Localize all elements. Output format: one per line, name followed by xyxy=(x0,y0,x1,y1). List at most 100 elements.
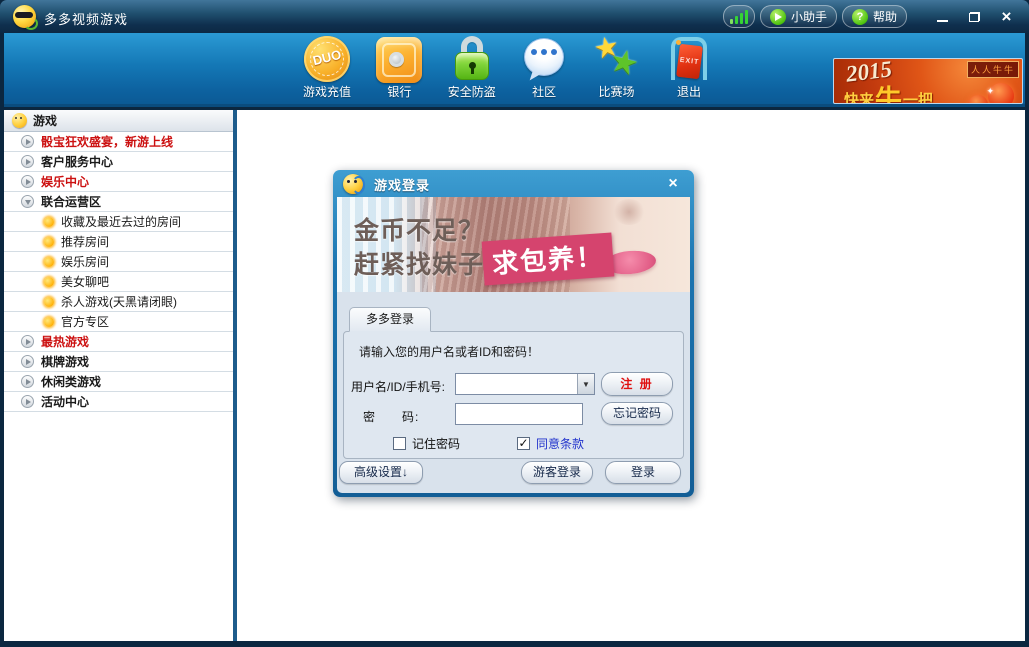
arrow-right-icon xyxy=(21,155,34,168)
forgot-password-button[interactable]: 忘记密码 xyxy=(601,402,673,425)
sidebar-item-label: 棋牌游戏 xyxy=(41,353,89,370)
sidebar-item-recommended-rooms[interactable]: 推荐房间 xyxy=(4,232,233,252)
agree-terms-checkbox[interactable]: ✓ 同意条款 xyxy=(517,435,584,452)
sidebar-item-casual-games[interactable]: 休闲类游戏 xyxy=(4,372,233,392)
arrow-right-icon xyxy=(21,335,34,348)
ad-line1: 金币不足？ xyxy=(354,211,484,247)
sidebar-header: 游戏 xyxy=(4,110,233,132)
ad-line2: 赶紧找妹子 xyxy=(354,245,484,281)
sidebar-item-label: 推荐房间 xyxy=(61,233,109,250)
signal-bars-icon xyxy=(730,10,748,24)
close-button[interactable]: × xyxy=(993,6,1020,27)
sun-icon xyxy=(44,217,54,227)
guest-login-button[interactable]: 游客登录 xyxy=(521,461,593,484)
sidebar-item-dice-festival[interactable]: 骰宝狂欢盛宴，新游上线 xyxy=(4,132,233,152)
minimize-icon xyxy=(937,20,948,22)
sun-icon xyxy=(44,277,54,287)
toolbar-item-label: 银行 xyxy=(387,83,411,100)
arrow-right-icon xyxy=(21,375,34,388)
toolbar-item-exit[interactable]: EXIT 退出 xyxy=(656,36,722,104)
sidebar-item-official-zone[interactable]: 官方专区 xyxy=(4,312,233,332)
checkbox-unchecked-icon[interactable] xyxy=(393,437,406,450)
username-combobox[interactable]: ▼ xyxy=(455,373,595,395)
toolbar-item-label: 游戏充值 xyxy=(303,83,351,100)
ad-highlight: 求包养！ xyxy=(482,233,615,286)
sun-icon xyxy=(44,237,54,247)
sidebar-item-entertainment-rooms[interactable]: 娱乐房间 xyxy=(4,252,233,272)
password-input[interactable] xyxy=(456,404,582,424)
tab-duoduo-login[interactable]: 多多登录 xyxy=(349,307,431,332)
sidebar-item-favorite-rooms[interactable]: 收藏及最近去过的房间 xyxy=(4,212,233,232)
window-border-bottom xyxy=(0,641,1029,647)
agree-terms-label: 同意条款 xyxy=(536,435,584,452)
login-ad-banner[interactable]: 金币不足？ 赶紧找妹子 求包养！ xyxy=(337,197,690,292)
toolbar-item-recharge[interactable]: DUO 游戏充值 xyxy=(294,36,360,104)
exit-door-icon: EXIT xyxy=(666,36,712,82)
arrow-right-icon xyxy=(21,135,34,148)
sparkle-icon: ✦ xyxy=(986,86,994,97)
sidebar-item-board-card-games[interactable]: 棋牌游戏 xyxy=(4,352,233,372)
sidebar-item-label: 骰宝狂欢盛宴，新游上线 xyxy=(41,133,173,150)
login-button[interactable]: 登录 xyxy=(605,461,681,484)
arrow-down-icon xyxy=(21,195,34,208)
sidebar-item-killer-game[interactable]: 杀人游戏(天黑请闭眼) xyxy=(4,292,233,312)
minimize-button[interactable] xyxy=(929,6,956,27)
toolbar-item-label: 安全防盗 xyxy=(448,83,496,100)
dialog-close-icon[interactable]: × xyxy=(662,174,684,194)
promo-game-badge: 人人牛牛 xyxy=(967,61,1019,78)
window-border-left xyxy=(0,33,4,647)
password-label: 密 码: xyxy=(363,408,419,425)
lock-icon xyxy=(449,36,495,82)
sun-icon xyxy=(44,257,54,267)
sun-icon xyxy=(44,297,54,307)
toolbar-item-security[interactable]: 安全防盗 xyxy=(439,36,505,104)
arrow-right-icon xyxy=(21,355,34,368)
username-input[interactable] xyxy=(456,374,577,394)
close-icon: × xyxy=(1002,8,1012,25)
chat-bubble-icon xyxy=(521,36,567,82)
login-hint-text: 请输入您的用户名或者ID和密码！ xyxy=(359,343,539,360)
sidebar-item-label: 联合运营区 xyxy=(41,193,101,210)
login-dialog-body: 金币不足？ 赶紧找妹子 求包养！ 多多登录 请输入您的用户名或者ID和密码！ 用… xyxy=(337,197,690,493)
toolbar-item-arena[interactable]: ★★ 比赛场 xyxy=(584,36,650,104)
window-title: 多多视频游戏 xyxy=(44,9,128,28)
sidebar-item-label: 娱乐房间 xyxy=(61,253,109,270)
restore-icon xyxy=(969,12,980,22)
assistant-label: 小助手 xyxy=(791,8,827,25)
help-question-icon: ? xyxy=(852,9,868,25)
sidebar-item-label: 活动中心 xyxy=(41,393,89,410)
stars-icon: ★★ xyxy=(594,36,640,82)
window-border-right xyxy=(1025,33,1029,647)
smiley-icon xyxy=(12,113,27,128)
advanced-settings-button[interactable]: 高级设置↓ xyxy=(339,461,423,484)
sidebar-item-label: 客户服务中心 xyxy=(41,153,113,170)
sidebar-item-customer-service[interactable]: 客户服务中心 xyxy=(4,152,233,172)
sidebar-item-hottest-games[interactable]: 最热游戏 xyxy=(4,332,233,352)
sidebar-item-label: 杀人游戏(天黑请闭眼) xyxy=(61,293,177,310)
sun-icon xyxy=(44,317,54,327)
safe-icon xyxy=(376,37,422,83)
window-titlebar: 多多视频游戏 小助手 ? 帮助 × xyxy=(0,0,1029,33)
promo-ad-banner[interactable]: 2015 快来牛一把 人人牛牛 ✦ xyxy=(833,58,1023,104)
arrow-right-icon xyxy=(21,395,34,408)
network-signal-button[interactable] xyxy=(723,5,755,28)
sidebar-item-activity-center[interactable]: 活动中心 xyxy=(4,392,233,412)
toolbar-item-bank[interactable]: 银行 xyxy=(366,36,432,104)
combobox-dropdown-icon[interactable]: ▼ xyxy=(577,374,594,394)
help-button[interactable]: ? 帮助 xyxy=(842,5,907,28)
assistant-play-icon xyxy=(770,9,786,25)
remember-password-label: 记住密码 xyxy=(412,435,460,452)
checkbox-checked-icon[interactable]: ✓ xyxy=(517,437,530,450)
toolbar-item-community[interactable]: 社区 xyxy=(511,36,577,104)
sidebar-item-joint-operation[interactable]: 联合运营区 xyxy=(4,192,233,212)
restore-button[interactable] xyxy=(961,6,988,27)
login-dialog-titlebar[interactable]: 游戏登录 × xyxy=(333,170,694,198)
password-field[interactable] xyxy=(455,403,583,425)
register-button[interactable]: 注 册 xyxy=(601,372,673,396)
remember-password-checkbox[interactable]: 记住密码 xyxy=(393,435,460,452)
toolbar-item-label: 退出 xyxy=(677,83,701,100)
sidebar-item-beauty-chat[interactable]: 美女聊吧 xyxy=(4,272,233,292)
assistant-button[interactable]: 小助手 xyxy=(760,5,837,28)
sidebar-item-entertainment-center[interactable]: 娱乐中心 xyxy=(4,172,233,192)
sidebar-item-label: 收藏及最近去过的房间 xyxy=(61,213,181,230)
